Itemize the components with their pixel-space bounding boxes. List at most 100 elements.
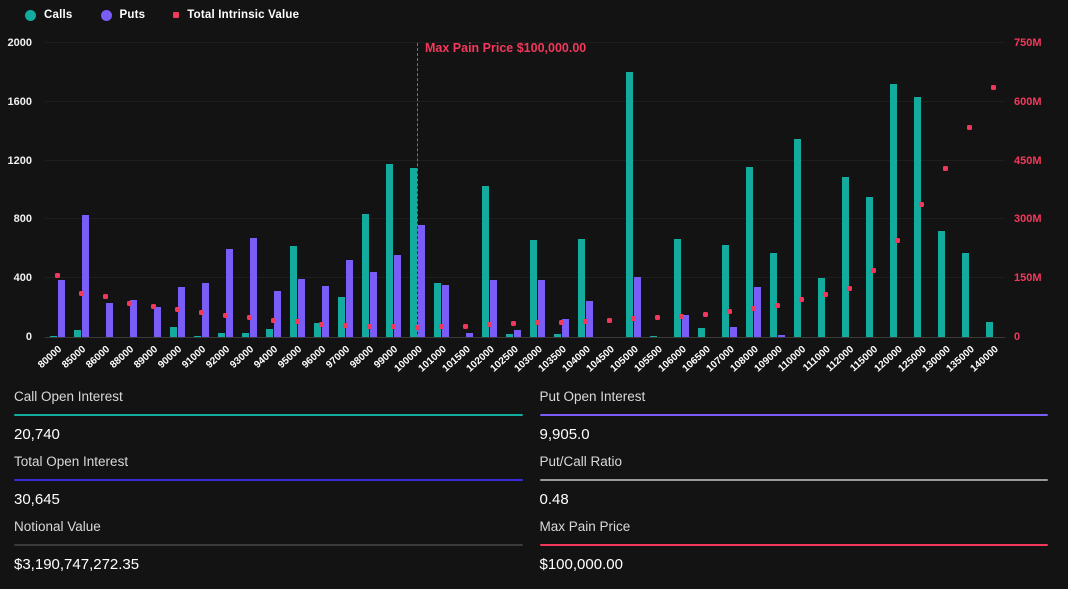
x-tick-label: 88000 [108,344,136,371]
stat-call-open-interest: Call Open Interest 20,740 [14,386,523,451]
bar-group [741,43,765,337]
put-bar [58,280,65,337]
left-tick-label: 0 [26,331,32,343]
legend-item-puts[interactable]: Puts [101,9,146,21]
intrinsic-dot [799,297,804,302]
stat-value: 9,905.0 [540,426,1049,443]
put-bar [82,215,89,337]
right-tick-label: 0 [1014,331,1020,343]
bar-group [93,43,117,337]
put-bar [106,303,113,337]
call-bar [890,84,897,337]
legend-item-calls[interactable]: Calls [25,9,73,21]
stat-underline [540,544,1049,546]
intrinsic-dot [655,315,660,320]
x-tick-label: 90000 [156,344,184,371]
put-bar [226,249,233,337]
bar-group [213,43,237,337]
put-bar [634,277,641,337]
bar-group [573,43,597,337]
chart-legend: Calls Puts Total Intrinsic Value [25,9,299,21]
call-bar [266,329,273,337]
stat-underline [14,544,523,546]
call-bar [770,253,777,337]
x-tick-label: 86000 [84,344,112,371]
intrinsic-dot [223,313,228,318]
options-max-pain-chart: Calls Puts Total Intrinsic Value 0400800… [0,0,1068,385]
x-tick-label: 94000 [252,344,280,371]
bar-group [453,43,477,337]
stat-put-call-ratio: Put/Call Ratio 0.48 [540,451,1049,516]
left-tick-label: 800 [14,213,32,225]
intrinsic-dot [823,292,828,297]
put-bar [730,327,737,337]
call-bar [794,139,801,337]
call-bar [218,333,225,337]
stat-label: Put/Call Ratio [540,454,1049,469]
call-bar [722,245,729,337]
bar-group [885,43,909,337]
call-bar [842,177,849,337]
bar-group [501,43,525,337]
right-tick-label: 600M [1014,96,1042,108]
put-bar [274,291,281,337]
bar-group [141,43,165,337]
put-bar [778,335,785,337]
x-tick-label: 85000 [60,344,88,371]
intrinsic-dot [967,125,972,130]
x-tick-label: 95000 [276,344,304,371]
intrinsic-dot [295,319,300,324]
x-tick-label: 93000 [228,344,256,371]
bar-group [837,43,861,337]
x-tick-label: 98000 [348,344,376,371]
bar-group [45,43,69,337]
call-bar [650,336,657,337]
intrinsic-dot [463,324,468,329]
call-bar [938,231,945,337]
stat-value: $3,190,747,272.35 [14,556,523,573]
call-bar [410,168,417,337]
x-tick-label: 91000 [180,344,208,371]
bar-group [165,43,189,337]
right-tick-label: 150M [1014,272,1042,284]
bar-group [693,43,717,337]
max-pain-label: Max Pain Price $100,000.00 [425,41,586,55]
bar-group [381,43,405,337]
call-bar [626,72,633,337]
call-bar [746,167,753,337]
put-bar [250,238,257,337]
put-bar [178,287,185,337]
call-bar [554,334,561,337]
intrinsic-dot [535,320,540,325]
intrinsic-dot [439,324,444,329]
bar-group [189,43,213,337]
x-tick-label: 89000 [132,344,160,371]
stat-notional-value: Notional Value $3,190,747,272.35 [14,516,523,581]
stat-underline [540,479,1049,481]
stat-label: Total Open Interest [14,454,523,469]
bar-group [357,43,381,337]
intrinsic-dot [583,319,588,324]
bar-group [285,43,309,337]
max-pain-line: Max Pain Price $100,000.00 [417,43,418,337]
legend-item-intrinsic[interactable]: Total Intrinsic Value [173,9,299,21]
x-tick-label: 80000 [36,344,64,371]
intrinsic-dot [271,318,276,323]
intrinsic-dot [487,322,492,327]
intrinsic-dot [127,301,132,306]
intrinsic-dot [943,166,948,171]
stat-label: Call Open Interest [14,389,523,404]
bar-group [933,43,957,337]
bar-group [645,43,669,337]
put-bar [322,286,329,337]
x-axis: 8000085000860008800089000900009100092000… [45,338,1005,384]
left-tick-label: 1600 [8,96,32,108]
left-tick-label: 1200 [8,155,32,167]
x-tick-label: 97000 [324,344,352,371]
call-bar [194,336,201,337]
stat-underline [14,479,523,481]
intrinsic-dot [703,312,708,317]
put-bar [442,285,449,337]
call-bar [50,336,57,337]
bar-group [957,43,981,337]
